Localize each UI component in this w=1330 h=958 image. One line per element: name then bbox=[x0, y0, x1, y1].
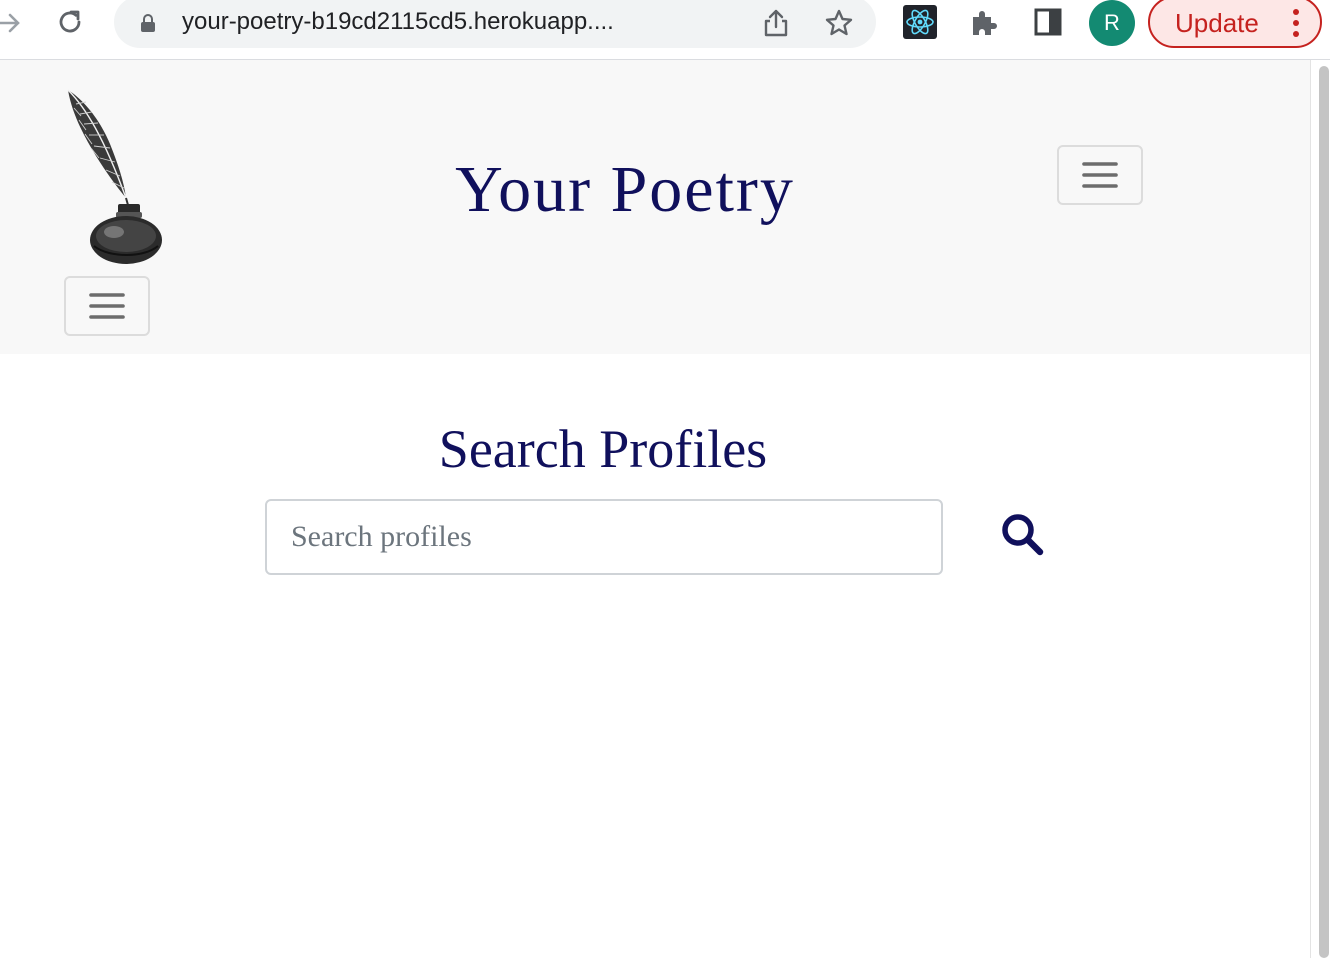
forward-icon[interactable] bbox=[0, 8, 24, 38]
search-button[interactable] bbox=[996, 508, 1050, 562]
search-input[interactable] bbox=[265, 499, 943, 575]
search-icon bbox=[1002, 514, 1044, 556]
share-icon[interactable] bbox=[762, 8, 790, 38]
hamburger-icon bbox=[1082, 162, 1118, 188]
navbar-toggler-left[interactable] bbox=[64, 276, 150, 336]
extensions-icon[interactable] bbox=[968, 6, 1000, 38]
address-bar[interactable]: your-poetry-b19cd2115cd5.herokuapp.... bbox=[114, 0, 876, 48]
site-navbar: Your Poetry bbox=[0, 60, 1310, 354]
lock-icon[interactable] bbox=[140, 14, 156, 32]
side-panel-icon[interactable] bbox=[1034, 8, 1062, 36]
url-text[interactable]: your-poetry-b19cd2115cd5.herokuapp.... bbox=[182, 6, 614, 38]
react-devtools-icon[interactable] bbox=[903, 5, 937, 39]
hamburger-icon bbox=[89, 293, 125, 319]
scrollbar-thumb[interactable] bbox=[1319, 66, 1329, 958]
more-menu-icon[interactable] bbox=[1292, 8, 1300, 38]
update-button[interactable]: Update bbox=[1148, 0, 1322, 48]
reload-icon[interactable] bbox=[54, 6, 86, 38]
update-label: Update bbox=[1175, 8, 1259, 38]
profile-avatar[interactable]: R bbox=[1089, 0, 1135, 46]
navbar-toggler-right[interactable] bbox=[1057, 145, 1143, 205]
page-title: Search Profiles bbox=[438, 419, 768, 479]
star-icon[interactable] bbox=[824, 8, 854, 38]
browser-toolbar: your-poetry-b19cd2115cd5.herokuapp.... R… bbox=[0, 0, 1330, 60]
quill-inkwell-logo[interactable] bbox=[54, 86, 166, 266]
site-brand-title[interactable]: Your Poetry bbox=[380, 150, 870, 230]
